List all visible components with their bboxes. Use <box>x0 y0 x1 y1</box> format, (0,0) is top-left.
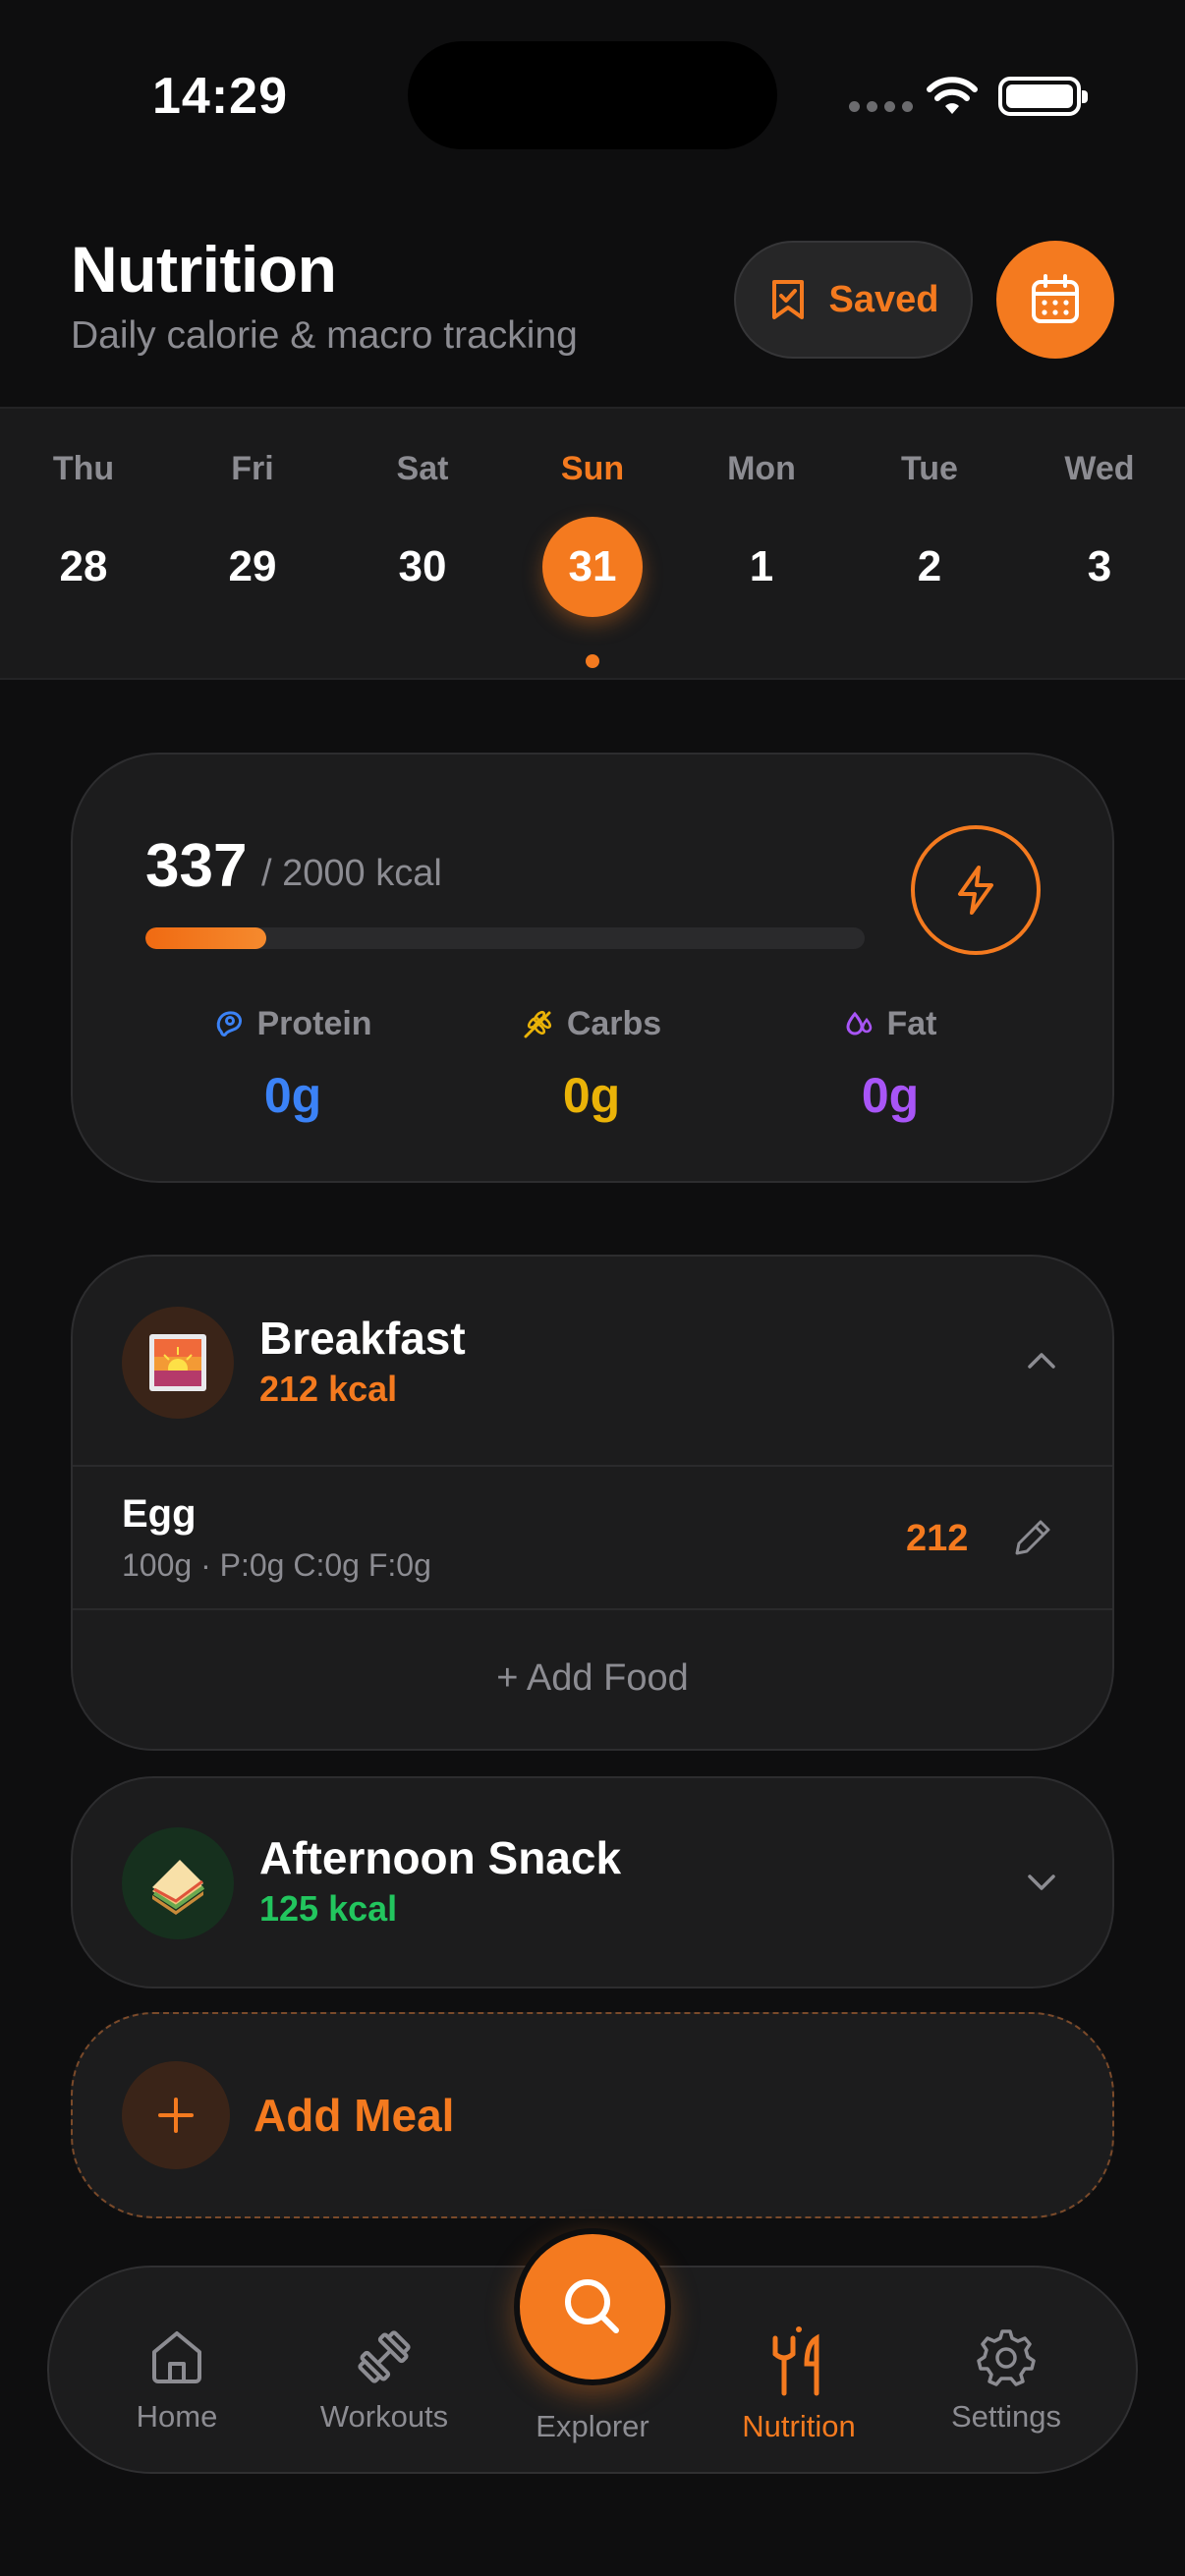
tab-home[interactable]: Home <box>93 2326 260 2435</box>
sunrise-icon <box>149 1334 206 1391</box>
search-icon <box>565 2279 619 2333</box>
meal-kcal: 125 kcal <box>259 1888 398 1929</box>
tab-label: Settings <box>950 2399 1061 2434</box>
day-name: Mon <box>727 450 796 487</box>
day-number: 29 <box>228 542 277 590</box>
day-fri[interactable]: Fri 29 <box>184 450 321 617</box>
cellular-signal-icon <box>849 101 913 112</box>
macro-label: Protein <box>256 1004 372 1042</box>
tab-label-explorer[interactable]: Explorer <box>494 2409 691 2444</box>
meal-thumb <box>122 1827 234 1939</box>
day-name: Wed <box>1064 450 1135 487</box>
meal-card-breakfast: Breakfast 212 kcal Egg 100g · P:0g C:0g … <box>71 1255 1114 1751</box>
add-meal-label: Add Meal <box>254 2090 455 2141</box>
meal-kcal: 212 kcal <box>259 1369 398 1409</box>
status-time: 14:29 <box>152 68 288 125</box>
battery-icon <box>998 77 1088 116</box>
add-meal-button[interactable]: Add Meal <box>71 2012 1114 2218</box>
day-number: 30 <box>398 542 447 590</box>
macro-value: 0g <box>263 1068 322 1123</box>
day-number: 28 <box>59 542 108 590</box>
tab-label: Workouts <box>319 2399 449 2434</box>
day-sat[interactable]: Sat 30 <box>354 450 491 617</box>
day-name: Tue <box>901 450 958 487</box>
page-subtitle: Daily calorie & macro tracking <box>71 314 578 357</box>
tab-settings[interactable]: Settings <box>923 2326 1090 2435</box>
today-indicator-dot <box>586 654 599 668</box>
day-wed[interactable]: Wed 3 <box>1031 450 1168 617</box>
droplets-icon <box>845 1011 872 1036</box>
bookmark-check-icon <box>771 280 804 319</box>
macro-fat: Fat 0g <box>743 1002 1038 1124</box>
dynamic-island <box>408 41 777 149</box>
macro-label: Fat <box>886 1004 937 1042</box>
macro-label: Carbs <box>566 1004 662 1042</box>
day-number: 1 <box>749 542 774 590</box>
plus-icon-wrap <box>122 2061 230 2169</box>
macro-value: 0g <box>562 1068 621 1123</box>
food-meta: 100g · P:0g C:0g F:0g <box>122 1547 431 1583</box>
tab-label: Home <box>136 2399 218 2434</box>
day-name: Sun <box>560 450 625 487</box>
meal-card-afternoon-snack[interactable]: Afternoon Snack 125 kcal <box>71 1776 1114 1988</box>
food-name: Egg <box>122 1492 197 1536</box>
dumbbell-icon <box>358 2330 411 2383</box>
divider <box>73 1465 1112 1467</box>
tab-label: Nutrition <box>742 2409 856 2443</box>
food-kcal: 212 <box>906 1518 969 1559</box>
plus-icon <box>158 2098 194 2133</box>
macro-value: 0g <box>861 1068 920 1123</box>
gear-icon <box>977 2329 1036 2386</box>
wheat-icon <box>524 1010 551 1038</box>
day-number: 31 <box>542 517 643 617</box>
day-name: Thu <box>52 450 115 487</box>
meal-name: Afternoon Snack <box>259 1832 622 1883</box>
quick-add-button[interactable] <box>911 825 1041 955</box>
tab-workouts[interactable]: Workouts <box>301 2326 468 2435</box>
day-name: Fri <box>231 450 274 487</box>
sandwich-icon <box>152 1860 205 1915</box>
calorie-target: / 2000 kcal <box>261 853 442 894</box>
lightning-icon <box>958 866 993 915</box>
tab-nutrition[interactable]: Nutrition <box>715 2326 882 2444</box>
macro-protein: Protein 0g <box>145 1002 440 1124</box>
utensils-icon <box>772 2326 819 2396</box>
saved-label: Saved <box>828 278 939 320</box>
divider <box>73 1608 1112 1610</box>
meal-name: Breakfast <box>259 1313 466 1364</box>
protein-icon <box>217 1011 243 1036</box>
saved-button[interactable]: Saved <box>734 241 973 359</box>
day-number: 3 <box>1087 542 1112 590</box>
page-title: Nutrition <box>71 233 337 306</box>
day-name: Sat <box>396 450 449 487</box>
calorie-progress-fill <box>145 927 267 949</box>
day-mon[interactable]: Mon 1 <box>693 450 830 617</box>
chevron-down-icon[interactable] <box>1022 1863 1061 1902</box>
wifi-icon <box>927 77 978 114</box>
explorer-search-button[interactable] <box>514 2228 671 2385</box>
macro-carbs: Carbs 0g <box>444 1002 739 1124</box>
calendar-button[interactable] <box>996 241 1114 359</box>
home-icon <box>152 2331 201 2383</box>
meal-thumb <box>122 1307 234 1419</box>
day-number: 2 <box>917 542 942 590</box>
day-tue[interactable]: Tue 2 <box>861 450 998 617</box>
day-sun-selected[interactable]: Sun 31 <box>524 450 661 668</box>
chevron-up-icon[interactable] <box>1022 1341 1061 1380</box>
calendar-icon <box>1032 274 1079 323</box>
pencil-icon[interactable] <box>1011 1516 1054 1559</box>
date-strip: Thu 28 Fri 29 Sat 30 Sun 31 Mon 1 Tue 2 … <box>0 407 1185 680</box>
add-food-button[interactable]: + Add Food <box>73 1657 1112 1700</box>
calories-consumed: 337 <box>145 832 248 900</box>
day-thu[interactable]: Thu 28 <box>15 450 152 617</box>
calorie-progress-bar <box>145 927 865 949</box>
